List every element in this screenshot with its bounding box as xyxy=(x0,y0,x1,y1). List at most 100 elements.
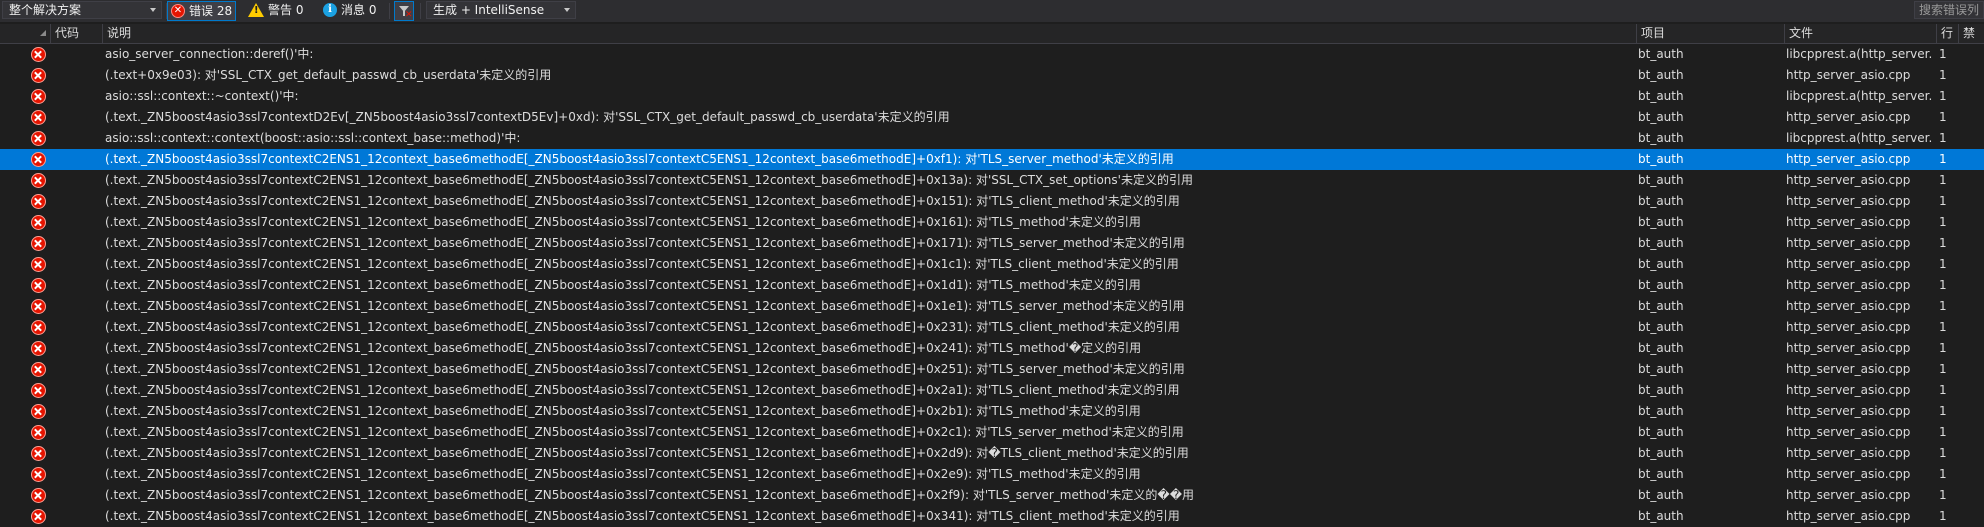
cell-file: http_server_asio.cpp xyxy=(1786,425,1911,439)
cell-file: http_server_asio.cpp xyxy=(1786,236,1911,250)
cell-project: bt_auth xyxy=(1638,215,1684,229)
table-row[interactable]: (.text._ZN5boost4asio3ssl7contextC2ENS1_… xyxy=(0,338,1984,359)
header-icon-column[interactable] xyxy=(0,24,50,43)
cell-line: 1 xyxy=(1939,488,1947,502)
filter-icon[interactable]: ✕ xyxy=(394,1,414,21)
error-icon xyxy=(31,509,46,524)
cell-project: bt_auth xyxy=(1638,383,1684,397)
header-suppression[interactable]: 禁 xyxy=(1958,24,1984,43)
cell-project: bt_auth xyxy=(1638,488,1684,502)
cell-description: (.text._ZN5boost4asio3ssl7contextC2ENS1_… xyxy=(105,362,1185,376)
error-icon xyxy=(31,257,46,272)
cell-file: http_server_asio.cpp xyxy=(1786,362,1911,376)
cell-description: (.text._ZN5boost4asio3ssl7contextC2ENS1_… xyxy=(105,320,1180,334)
table-row[interactable]: (.text._ZN5boost4asio3ssl7contextC2ENS1_… xyxy=(0,485,1984,506)
cell-line: 1 xyxy=(1939,215,1947,229)
warnings-filter-button[interactable]: ! 警告 0 xyxy=(245,1,311,21)
cell-line: 1 xyxy=(1939,173,1947,187)
table-row[interactable]: (.text._ZN5boost4asio3ssl7contextC2ENS1_… xyxy=(0,212,1984,233)
cell-file: http_server_asio.cpp xyxy=(1786,383,1911,397)
table-row[interactable]: (.text._ZN5boost4asio3ssl7contextC2ENS1_… xyxy=(0,464,1984,485)
cell-line: 1 xyxy=(1939,278,1947,292)
cell-file: http_server_asio.cpp xyxy=(1786,320,1911,334)
table-row[interactable]: (.text._ZN5boost4asio3ssl7contextC2ENS1_… xyxy=(0,170,1984,191)
build-intellisense-dropdown[interactable]: 生成 + IntelliSense xyxy=(426,1,576,19)
header-project[interactable]: 项目 xyxy=(1636,24,1784,43)
table-row[interactable]: (.text._ZN5boost4asio3ssl7contextC2ENS1_… xyxy=(0,275,1984,296)
table-row[interactable]: (.text._ZN5boost4asio3ssl7contextC2ENS1_… xyxy=(0,506,1984,527)
messages-filter-button[interactable]: i 消息 0 xyxy=(320,1,384,21)
cell-project: bt_auth xyxy=(1638,425,1684,439)
cell-description: (.text._ZN5boost4asio3ssl7contextC2ENS1_… xyxy=(105,215,1141,229)
scope-dropdown[interactable]: 整个解决方案 xyxy=(2,1,162,19)
cell-project: bt_auth xyxy=(1638,362,1684,376)
cell-file: http_server_asio.cpp xyxy=(1786,110,1911,124)
cell-project: bt_auth xyxy=(1638,404,1684,418)
cell-description: (.text._ZN5boost4asio3ssl7contextC2ENS1_… xyxy=(105,278,1141,292)
table-row[interactable]: asio::ssl::context::~context()'中: bt_auth… xyxy=(0,86,1984,107)
table-row[interactable]: asio::ssl::context::context(boost::asio:… xyxy=(0,128,1984,149)
table-row[interactable]: (.text+0x9e03): 对'SSL_CTX_get_default_pa… xyxy=(0,65,1984,86)
table-row[interactable]: (.text._ZN5boost4asio3ssl7contextD2Ev[_Z… xyxy=(0,107,1984,128)
cell-project: bt_auth xyxy=(1638,47,1684,61)
table-row[interactable]: (.text._ZN5boost4asio3ssl7contextC2ENS1_… xyxy=(0,254,1984,275)
search-error-list-input[interactable]: 搜索错误列 xyxy=(1914,1,1984,19)
header-code[interactable]: 代码 xyxy=(50,24,102,43)
cell-project: bt_auth xyxy=(1638,467,1684,481)
table-row[interactable]: (.text._ZN5boost4asio3ssl7contextC2ENS1_… xyxy=(0,149,1984,170)
cell-line: 1 xyxy=(1939,467,1947,481)
cell-file: http_server_asio.cpp xyxy=(1786,173,1911,187)
cell-file: http_server_asio.cpp xyxy=(1786,404,1911,418)
cell-description: asio::ssl::context::~context()'中: xyxy=(105,89,299,103)
cell-project: bt_auth xyxy=(1638,173,1684,187)
table-row[interactable]: (.text._ZN5boost4asio3ssl7contextC2ENS1_… xyxy=(0,359,1984,380)
error-list-toolbar: 整个解决方案 ✕ 错误 28 ! 警告 0 i 消息 0 ✕ 生成 + Intelli… xyxy=(0,0,1984,22)
table-row[interactable]: (.text._ZN5boost4asio3ssl7contextC2ENS1_… xyxy=(0,233,1984,254)
table-row[interactable]: (.text._ZN5boost4asio3ssl7contextC2ENS1_… xyxy=(0,191,1984,212)
cell-line: 1 xyxy=(1939,131,1947,145)
header-line[interactable]: 行 xyxy=(1936,24,1958,43)
error-icon xyxy=(31,467,46,482)
header-description[interactable]: 说明 xyxy=(102,24,1636,43)
chevron-down-icon xyxy=(150,8,156,12)
cell-project: bt_auth xyxy=(1638,236,1684,250)
cell-line: 1 xyxy=(1939,341,1947,355)
cell-file: http_server_asio.cpp xyxy=(1786,257,1911,271)
cell-line: 1 xyxy=(1939,362,1947,376)
cell-project: bt_auth xyxy=(1638,89,1684,103)
error-icon xyxy=(31,110,46,125)
cell-line: 1 xyxy=(1939,320,1947,334)
error-icon xyxy=(31,341,46,356)
cell-project: bt_auth xyxy=(1638,194,1684,208)
table-row[interactable]: (.text._ZN5boost4asio3ssl7contextC2ENS1_… xyxy=(0,380,1984,401)
cell-description: (.text._ZN5boost4asio3ssl7contextC2ENS1_… xyxy=(105,488,1195,502)
error-icon xyxy=(31,68,46,83)
sort-indicator-icon xyxy=(40,30,46,36)
error-icon xyxy=(31,488,46,503)
cell-project: bt_auth xyxy=(1638,320,1684,334)
error-icon xyxy=(31,131,46,146)
cell-project: bt_auth xyxy=(1638,509,1684,523)
table-row[interactable]: (.text._ZN5boost4asio3ssl7contextC2ENS1_… xyxy=(0,317,1984,338)
error-icon xyxy=(31,194,46,209)
cell-file: http_server_asio.cpp xyxy=(1786,341,1911,355)
cell-file: libcpprest.a(http_server... xyxy=(1786,47,1932,61)
error-icon xyxy=(31,320,46,335)
table-row[interactable]: (.text._ZN5boost4asio3ssl7contextC2ENS1_… xyxy=(0,422,1984,443)
error-icon xyxy=(31,89,46,104)
chevron-down-icon xyxy=(564,8,570,12)
cell-project: bt_auth xyxy=(1638,131,1684,145)
header-file[interactable]: 文件 xyxy=(1784,24,1936,43)
cell-file: http_server_asio.cpp xyxy=(1786,215,1911,229)
cell-file: http_server_asio.cpp xyxy=(1786,278,1911,292)
table-row[interactable]: (.text._ZN5boost4asio3ssl7contextC2ENS1_… xyxy=(0,401,1984,422)
errors-filter-button[interactable]: ✕ 错误 28 xyxy=(167,1,236,21)
cell-description: (.text._ZN5boost4asio3ssl7contextC2ENS1_… xyxy=(105,257,1179,271)
table-row[interactable]: asio_server_connection::deref()'中: bt_aut… xyxy=(0,44,1984,65)
table-row[interactable]: (.text._ZN5boost4asio3ssl7contextC2ENS1_… xyxy=(0,296,1984,317)
cell-file: http_server_asio.cpp xyxy=(1786,488,1911,502)
error-icon xyxy=(31,152,46,167)
cell-line: 1 xyxy=(1939,299,1947,313)
cell-description: (.text._ZN5boost4asio3ssl7contextC2ENS1_… xyxy=(105,425,1184,439)
table-row[interactable]: (.text._ZN5boost4asio3ssl7contextC2ENS1_… xyxy=(0,443,1984,464)
